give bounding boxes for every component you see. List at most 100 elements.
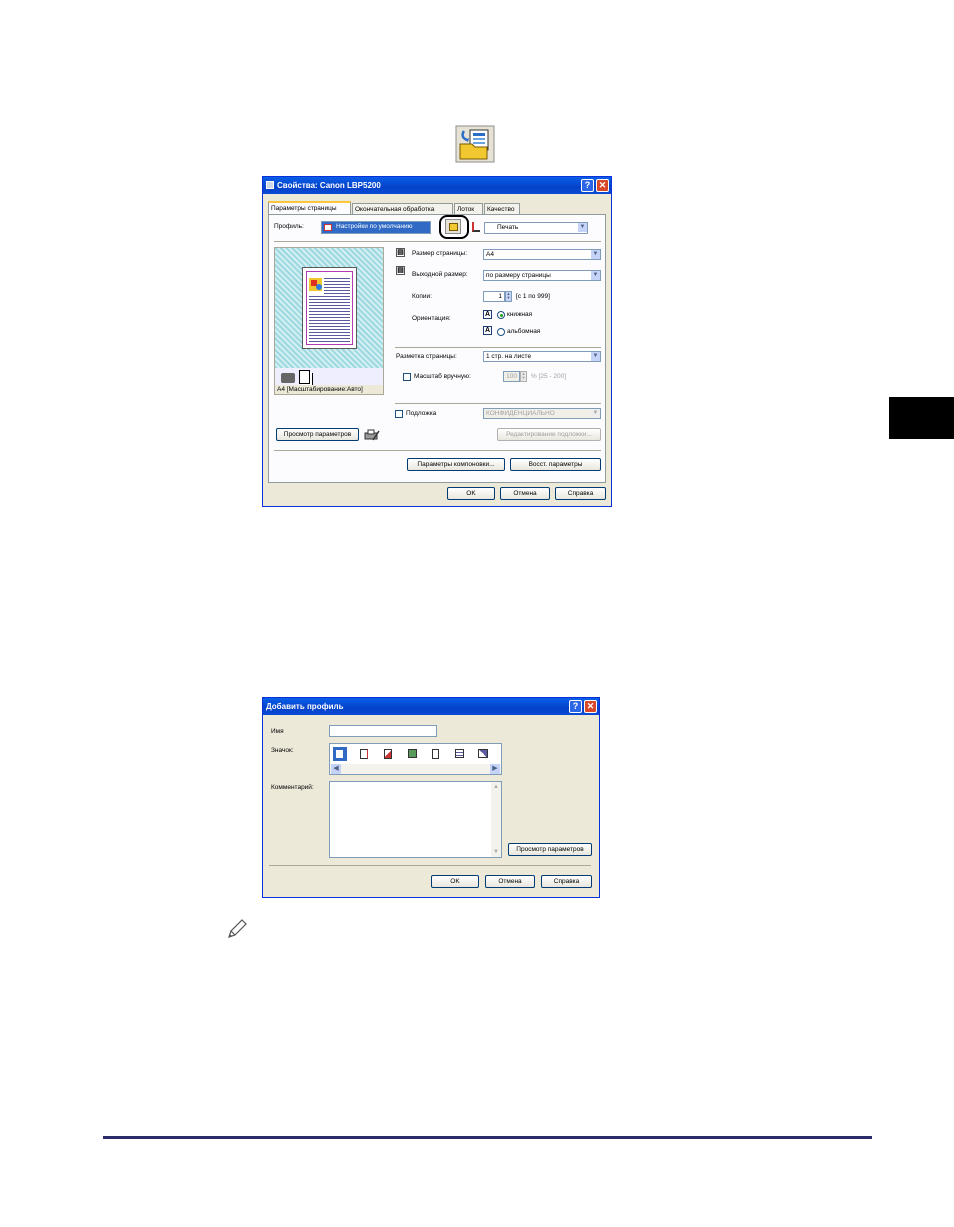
preview-text-lines-lower	[309, 294, 324, 342]
copies-stack-icon	[299, 370, 310, 384]
help-button[interactable]: Справка	[555, 487, 606, 500]
icon-option-selected[interactable]	[333, 747, 347, 761]
portrait-icon: A	[483, 310, 492, 319]
cancel-button[interactable]: Отмена	[500, 487, 550, 500]
profile-icon	[324, 224, 332, 231]
manual-scale-checkbox[interactable]	[403, 373, 411, 381]
orientation-label: Ориентация:	[412, 315, 451, 322]
printer-icon	[281, 373, 295, 383]
icon-option[interactable]	[408, 749, 417, 758]
icon-option[interactable]	[455, 749, 464, 758]
help-button[interactable]: Справка	[541, 875, 592, 888]
divider	[274, 241, 601, 242]
manual-scale-range: % [25 - 200]	[531, 373, 567, 380]
title-bar: Свойства: Canon LBP5200	[263, 177, 611, 194]
profile-combo[interactable]: Настройки по умолчанию	[321, 221, 431, 234]
view-settings-button[interactable]: Просмотр параметров	[508, 843, 592, 856]
preview-image-blue	[316, 284, 322, 290]
icon-option[interactable]	[360, 749, 368, 759]
chapter-tab	[889, 397, 954, 439]
printer-icon	[266, 181, 274, 189]
preview-caption: A4 [Масштабирование:Авто]	[277, 386, 363, 393]
scroll-down-icon[interactable]: ▼	[491, 847, 501, 857]
icon-option[interactable]	[384, 749, 392, 759]
edit-profile-icon[interactable]	[472, 222, 480, 232]
layout-value: 1 стр. на листе	[486, 353, 532, 360]
scroll-right-icon[interactable]: ▶	[490, 764, 500, 774]
cancel-button[interactable]: Отмена	[485, 875, 535, 888]
view-settings-button[interactable]: Просмотр параметров	[276, 428, 359, 441]
tab-paper-source[interactable]: Лоток	[454, 203, 483, 214]
preview-text-lines	[324, 276, 350, 342]
divider	[274, 450, 601, 451]
ok-button[interactable]: OK	[431, 875, 479, 888]
chevron-down-icon: ▼	[578, 223, 587, 232]
output-size-value: по размеру страницы	[486, 272, 551, 279]
layout-options-button[interactable]: Параметры компоновки...	[407, 458, 505, 471]
scroll-left-icon[interactable]: ◀	[331, 764, 341, 774]
chevron-down-icon: ▼	[591, 409, 600, 418]
manual-scale-label: Масштаб вручную:	[414, 373, 471, 380]
icon-option[interactable]	[432, 749, 439, 759]
page-size-label: Размер страницы:	[412, 250, 468, 257]
page-size-combo[interactable]: A4 ▼	[483, 249, 601, 260]
copies-spinner[interactable]: ▲ ▼	[505, 291, 512, 302]
tab-quality[interactable]: Качество	[484, 203, 520, 214]
comment-textarea[interactable]: ▲ ▼	[329, 781, 502, 858]
name-input[interactable]	[329, 725, 437, 737]
dialog-title: Добавить профиль	[266, 702, 344, 711]
output-size-combo[interactable]: по размеру страницы ▼	[483, 270, 601, 281]
copies-label: Копии:	[412, 293, 432, 300]
ok-button[interactable]: OK	[447, 487, 495, 500]
comment-scrollbar[interactable]: ▲ ▼	[491, 782, 501, 857]
icon-scrollbar[interactable]: ◀ ▶	[330, 764, 501, 774]
watermark-combo[interactable]: КОНФИДЕНЦИАЛЬНО ▼	[483, 408, 601, 419]
help-title-button[interactable]: ?	[581, 179, 594, 192]
name-label: Имя	[271, 728, 284, 735]
landscape-label[interactable]: альбомная	[507, 328, 540, 335]
footer-rule	[103, 1136, 872, 1139]
output-size-icon: ▤	[396, 266, 405, 275]
copies-value: 1	[498, 293, 502, 300]
portrait-label[interactable]: книжная	[507, 311, 532, 318]
restore-defaults-button[interactable]: Восст. параметры	[510, 458, 601, 471]
dialog-title: Свойства: Canon LBP5200	[277, 181, 381, 190]
profile-value: Настройки по умолчанию	[336, 223, 413, 230]
scroll-up-icon[interactable]: ▲	[491, 782, 501, 792]
page-preview: A4 [Масштабирование:Авто]	[274, 247, 384, 395]
close-title-button[interactable]: ✕	[596, 179, 609, 192]
manual-scale-spinner[interactable]: ▲ ▼	[520, 371, 527, 382]
icon-label: Значок:	[271, 747, 294, 754]
add-profile-icon	[455, 125, 495, 163]
close-title-button[interactable]: ✕	[584, 700, 597, 713]
tab-finishing[interactable]: Окончательная обработка	[352, 203, 453, 214]
chevron-down-icon: ▼	[591, 352, 600, 361]
icon-option[interactable]	[478, 749, 488, 758]
page-size-icon: ▤	[396, 248, 405, 257]
chevron-down-icon: ▼	[591, 271, 600, 280]
portrait-radio[interactable]	[497, 311, 505, 319]
watermark-label: Подложка	[406, 410, 437, 417]
edit-watermark-button[interactable]: Редактирование подложки...	[497, 428, 601, 441]
watermark-checkbox[interactable]	[395, 410, 403, 418]
manual-scale-input[interactable]: 100	[503, 371, 520, 382]
icon-picker[interactable]: ◀ ▶	[329, 743, 502, 775]
manual-scale-value: 100	[506, 373, 517, 380]
comment-label: Комментарий:	[271, 784, 314, 791]
watermark-value: КОНФИДЕНЦИАЛЬНО	[486, 410, 555, 417]
divider	[269, 865, 591, 866]
copies-range: [с 1 по 999]	[516, 293, 550, 300]
divider	[395, 403, 601, 404]
printer-properties-dialog: Свойства: Canon LBP5200 ? ✕ Параметры ст…	[262, 176, 612, 507]
output-method-combo[interactable]: Печать ▼	[484, 222, 588, 234]
layout-combo[interactable]: 1 стр. на листе ▼	[483, 351, 601, 362]
copies-input[interactable]: 1	[483, 291, 505, 302]
divider	[395, 347, 601, 348]
output-size-label: Выходной размер:	[412, 271, 468, 278]
chevron-down-icon: ▼	[591, 250, 600, 259]
help-title-button[interactable]: ?	[569, 700, 582, 713]
pencil-note-icon	[226, 918, 248, 940]
profile-label: Профиль:	[274, 223, 304, 230]
landscape-radio[interactable]	[497, 328, 505, 336]
tab-page-setup[interactable]: Параметры страницы	[268, 201, 351, 215]
